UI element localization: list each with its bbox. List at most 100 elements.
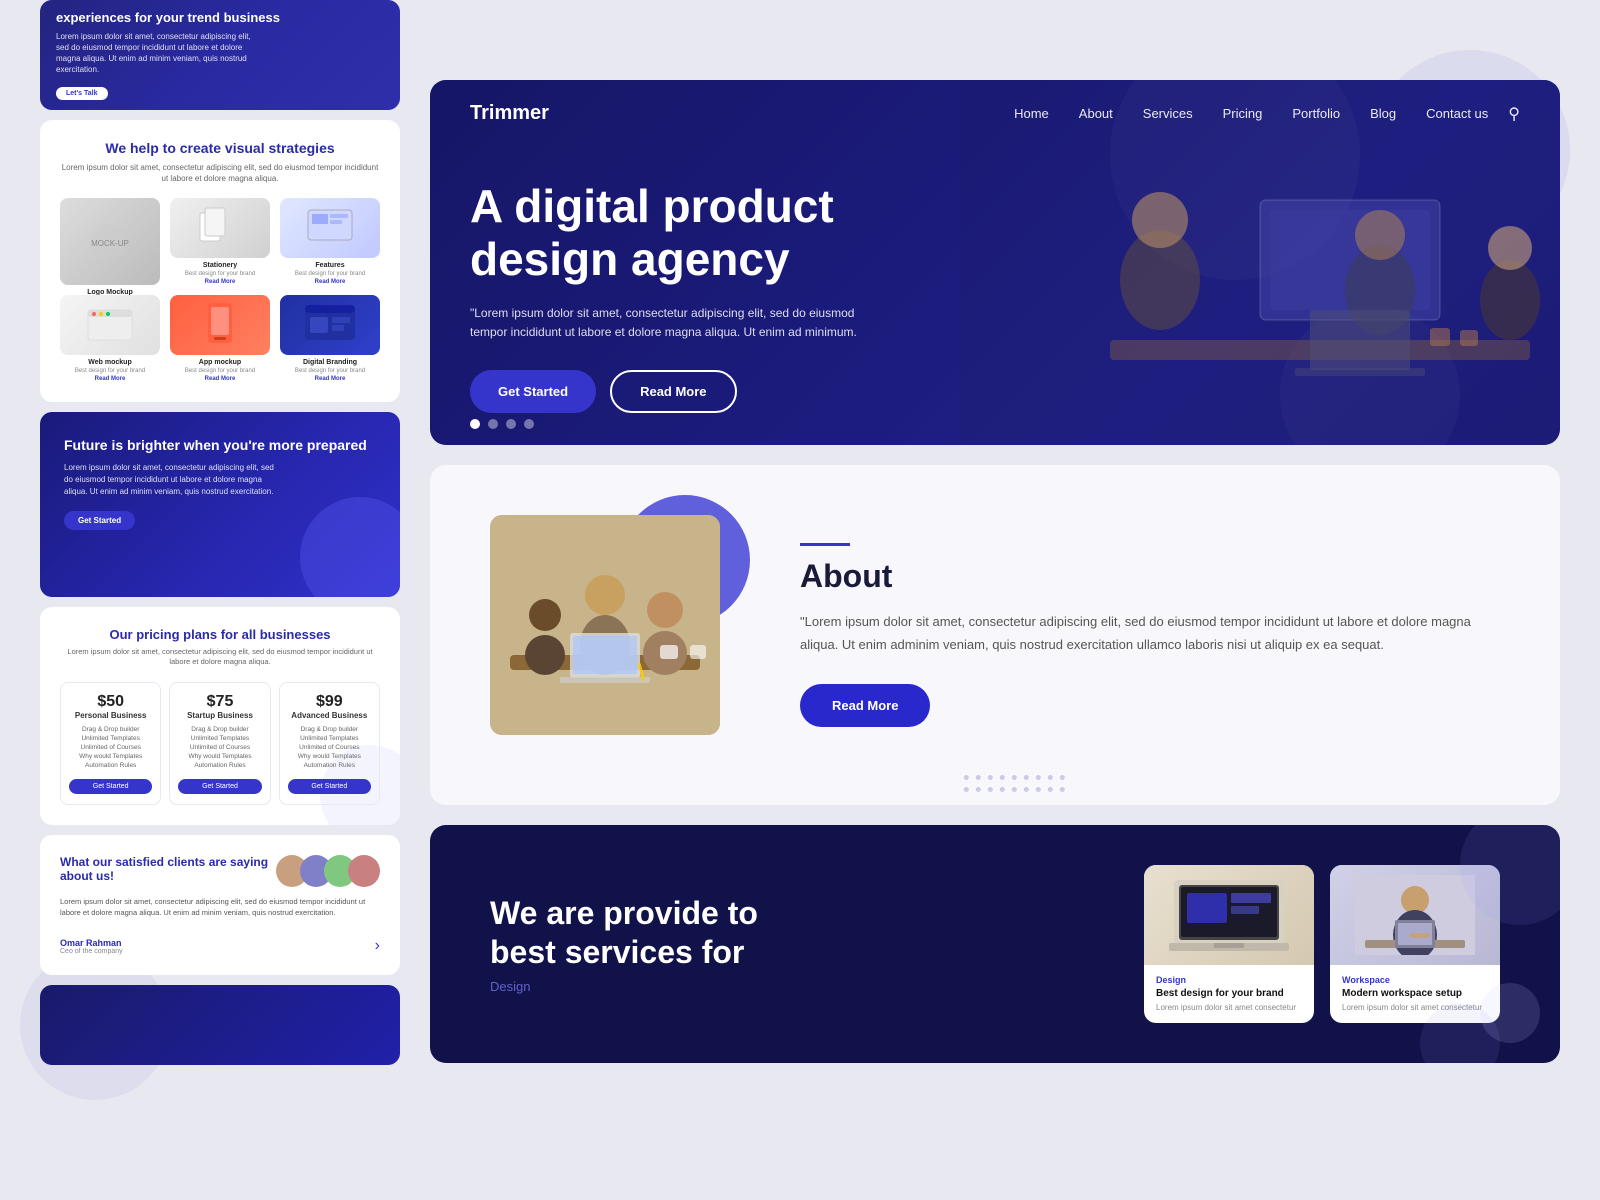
plan-startup-f3: Unlimited of Courses — [178, 744, 261, 751]
services-bottom-section: We are provide tobest services for Desig… — [430, 825, 1560, 1063]
hero-dot-3[interactable] — [506, 419, 516, 429]
plan-startup-btn[interactable]: Get Started — [178, 779, 261, 794]
nav-blog[interactable]: Blog — [1370, 106, 1396, 121]
dot-g — [1012, 787, 1017, 792]
left-bottom-dark — [40, 985, 400, 1065]
future-desc: Lorem ipsum dolor sit amet, consectetur … — [64, 462, 284, 498]
read-more-about-button[interactable]: Read More — [800, 684, 930, 727]
about-section: About "Lorem ipsum dolor sit amet, conse… — [430, 465, 1560, 805]
hero-slider-dots — [470, 419, 534, 429]
service-item-app-name: App mockup — [170, 359, 270, 366]
service-item-web: Web mockup Best design for your brand Re… — [60, 295, 160, 382]
about-description: "Lorem ipsum dolor sit amet, consectetur… — [800, 611, 1500, 655]
nav-contact[interactable]: Contact us — [1426, 106, 1488, 121]
pricing-desc: Lorem ipsum dolor sit amet, consectetur … — [60, 647, 380, 668]
dot-g — [1060, 787, 1065, 792]
service-thumb-app — [170, 295, 270, 355]
sbs-service-cards: Design Best design for your brand Lorem … — [1144, 865, 1500, 1023]
left-hero-desc: Lorem ipsum dolor sit amet, consectetur … — [56, 31, 256, 76]
sbs-subtitle: Design — [490, 979, 1104, 994]
dot-g — [1024, 775, 1029, 780]
dot-g — [1012, 775, 1017, 780]
service-item-stationery: Stationery Best design for your brand Re… — [170, 198, 270, 285]
service-item-stationery-link[interactable]: Read More — [170, 279, 270, 285]
future-btn[interactable]: Get Started — [64, 511, 135, 530]
hero-dot-2[interactable] — [488, 419, 498, 429]
nav-home[interactable]: Home — [1014, 106, 1049, 121]
plan-personal: $50 Personal Business Drag & Drop builde… — [60, 682, 161, 805]
service-item-digital: Digital Branding Best design for your br… — [280, 295, 380, 382]
dot-g — [1036, 787, 1041, 792]
service-item-digital-link[interactable]: Read More — [280, 376, 380, 382]
services-grid: MOCK-UP Logo Mockup Best design for your… — [60, 198, 380, 382]
dot-g — [1048, 787, 1053, 792]
sbs-card-design-body: Design Best design for your brand Lorem … — [1144, 965, 1314, 1023]
service-item-features-link[interactable]: Read More — [280, 279, 380, 285]
plan-personal-btn[interactable]: Get Started — [69, 779, 152, 794]
left-services-desc: Lorem ipsum dolor sit amet, consectetur … — [60, 162, 380, 184]
plan-personal-name: Personal Business — [69, 711, 152, 720]
service-item-digital-desc: Best design for your brand — [280, 368, 380, 376]
nav-about[interactable]: About — [1079, 106, 1113, 121]
about-title: About — [800, 558, 1500, 595]
service-thumb-features — [280, 198, 380, 258]
sbs-card-workspace-tag: Workspace — [1342, 975, 1488, 985]
plan-personal-f4: Why would Templates — [69, 753, 152, 760]
about-image — [490, 515, 720, 735]
left-future-card: Future is brighter when you're more prep… — [40, 412, 400, 597]
hero-buttons: Get Started Read More — [470, 370, 990, 413]
plan-startup-name: Startup Business — [178, 711, 261, 720]
brand-logo: Trimmer — [470, 102, 549, 125]
left-pricing-card: Our pricing plans for all businesses Lor… — [40, 607, 400, 825]
plan-advanced-btn[interactable]: Get Started — [288, 779, 371, 794]
hero-dot-1[interactable] — [470, 419, 480, 429]
plan-personal-f5: Automation Rules — [69, 762, 152, 769]
sbs-card-design: Design Best design for your brand Lorem … — [1144, 865, 1314, 1023]
get-started-button[interactable]: Get Started — [470, 370, 596, 413]
dot-g — [988, 787, 993, 792]
hero-main-title: A digital product design agency — [470, 180, 990, 286]
service-thumb-stationery — [170, 198, 270, 258]
service-item-features-desc: Best design for your brand — [280, 271, 380, 279]
plan-personal-f2: Unlimited Templates — [69, 735, 152, 742]
nav-services[interactable]: Services — [1143, 106, 1193, 121]
plan-personal-f1: Drag & Drop builder — [69, 726, 152, 733]
service-item-features: Features Best design for your brand Read… — [280, 198, 380, 285]
left-services-card: We help to create visual strategies Lore… — [40, 120, 400, 402]
sbs-card-design-title: Best design for your brand — [1156, 988, 1302, 999]
sbs-card-design-tag: Design — [1156, 975, 1302, 985]
service-item-web-link[interactable]: Read More — [60, 376, 160, 382]
dot-g — [1048, 775, 1053, 780]
pricing-title: Our pricing plans for all businesses — [60, 627, 380, 642]
nav-portfolio[interactable]: Portfolio — [1292, 106, 1340, 121]
sbs-card-design-desc: Lorem ipsum dolor sit amet consectetur — [1156, 1002, 1302, 1013]
about-dots-grid — [964, 775, 1068, 795]
search-icon[interactable]: ⚲ — [1508, 104, 1520, 124]
sbs-card-workspace-title: Modern workspace setup — [1342, 988, 1488, 999]
read-more-hero-button[interactable]: Read More — [610, 370, 736, 413]
dot-g — [976, 775, 981, 780]
service-item-app-link[interactable]: Read More — [170, 376, 270, 382]
dot-g — [1060, 775, 1065, 780]
testimonial-next-btn[interactable]: › — [375, 937, 380, 955]
dot-g — [976, 787, 981, 792]
left-hero-btn[interactable]: Let's Talk — [56, 87, 108, 100]
nav-pricing[interactable]: Pricing — [1223, 106, 1263, 121]
left-testimonials-card: What our satisfied clients are saying ab… — [40, 835, 400, 976]
service-item-web-name: Web mockup — [60, 359, 160, 366]
avatar-4 — [348, 855, 380, 887]
main-content: Trimmer Home About Services Pricing Port… — [430, 80, 1560, 1063]
sbs-text: We are provide tobest services for Desig… — [490, 894, 1104, 994]
left-hero-card: experiences for your trend business Lore… — [40, 0, 400, 110]
testimonials-desc: Lorem ipsum dolor sit amet, consectetur … — [60, 896, 380, 919]
plan-advanced-f4: Why would Templates — [288, 753, 371, 760]
service-item-digital-name: Digital Branding — [280, 359, 380, 366]
dot-g — [1000, 775, 1005, 780]
plan-startup-f2: Unlimited Templates — [178, 735, 261, 742]
service-item-features-name: Features — [280, 262, 380, 269]
left-services-title: We help to create visual strategies — [60, 140, 380, 156]
hero-dot-4[interactable] — [524, 419, 534, 429]
about-text-area: About "Lorem ipsum dolor sit amet, conse… — [800, 543, 1500, 726]
plan-advanced-f2: Unlimited Templates — [288, 735, 371, 742]
hero-section: Trimmer Home About Services Pricing Port… — [430, 80, 1560, 445]
